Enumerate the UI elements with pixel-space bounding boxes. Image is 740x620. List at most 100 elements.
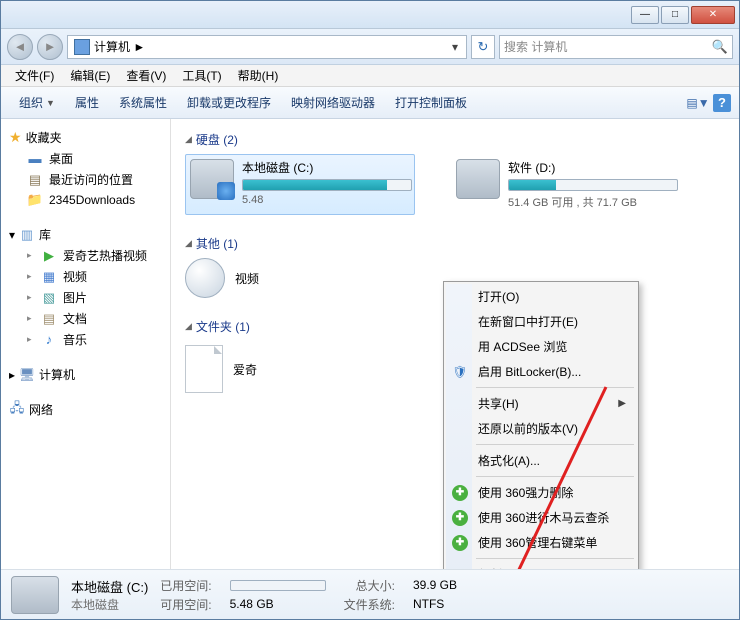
context-menu-separator: [476, 387, 634, 388]
drive-capacity-bar: [242, 179, 412, 191]
context-menu-label: 打开(O): [478, 288, 519, 305]
folder-label: 爱奇: [233, 361, 257, 378]
360-icon: ✚: [452, 510, 468, 526]
context-menu-item[interactable]: 用 ACDSee 浏览: [446, 334, 636, 359]
details-title: 本地磁盘 (C:): [71, 577, 148, 596]
sidebar-item-pictures[interactable]: ▸▧图片: [5, 287, 166, 308]
sidebar-libraries[interactable]: ▾▥库: [5, 224, 166, 245]
chevron-down-icon: ▼: [698, 96, 710, 110]
network-icon: 🖧: [9, 402, 25, 418]
context-menu-label: 格式化(A)...: [478, 452, 540, 469]
sidebar-item-documents[interactable]: ▸▤文档: [5, 308, 166, 329]
drive-c[interactable]: 本地磁盘 (C:) 5.48: [185, 154, 415, 215]
address-path: 计算机 ►: [94, 38, 446, 55]
menubar: 文件(F) 编辑(E) 查看(V) 工具(T) 帮助(H): [1, 65, 739, 87]
sidebar-item-recent[interactable]: ▤最近访问的位置: [5, 169, 166, 190]
computer-icon: [74, 39, 90, 55]
context-menu: 打开(O) 在新窗口中打开(E) 用 ACDSee 浏览 🛡启用 BitLocker(…: [443, 281, 639, 569]
navbar: ◄ ► 计算机 ► ▾ ↻ 搜索 计算机 🔍: [1, 29, 739, 65]
context-menu-item[interactable]: ✚ 使用 360管理右键菜单: [446, 530, 636, 555]
context-menu-label: 用 ACDSee 浏览: [478, 338, 567, 355]
drive-icon: [190, 159, 234, 199]
context-menu-item[interactable]: 复制(C): [446, 562, 636, 569]
refresh-button[interactable]: ↻: [471, 35, 495, 59]
context-menu-item[interactable]: 在新窗口中打开(E): [446, 309, 636, 334]
close-button[interactable]: ✕: [691, 6, 735, 24]
sidebar-item-desktop[interactable]: ▬桌面: [5, 148, 166, 169]
menu-view[interactable]: 查看(V): [118, 65, 174, 86]
sidebar: ★收藏夹 ▬桌面 ▤最近访问的位置 📁2345Downloads ▾▥库 ▸▶爱…: [1, 119, 171, 569]
used-space-label: 已用空间:: [160, 577, 211, 594]
sidebar-item-downloads[interactable]: 📁2345Downloads: [5, 190, 166, 210]
address-bar[interactable]: 计算机 ► ▾: [67, 35, 467, 59]
context-menu-label: 在新窗口中打开(E): [478, 313, 578, 330]
used-space-bar: [230, 580, 326, 591]
video-icon: ▦: [41, 269, 57, 285]
back-button[interactable]: ◄: [7, 34, 33, 60]
context-menu-separator: [476, 476, 634, 477]
drive-d[interactable]: 软件 (D:) 51.4 GB 可用 , 共 71.7 GB: [451, 154, 681, 215]
maximize-button[interactable]: □: [661, 6, 689, 24]
context-menu-label: 还原以前的版本(V): [478, 420, 578, 437]
360-icon: ✚: [452, 485, 468, 501]
context-menu-item[interactable]: ✚使用 360强力删除: [446, 480, 636, 505]
context-menu-item[interactable]: 🛡启用 BitLocker(B)...: [446, 359, 636, 384]
section-other[interactable]: ◢其他 (1): [185, 233, 725, 258]
search-input[interactable]: 搜索 计算机 🔍: [499, 35, 733, 59]
drive-stat: 5.48: [242, 194, 412, 206]
menu-help[interactable]: 帮助(H): [230, 65, 287, 86]
address-dropdown-icon[interactable]: ▾: [446, 40, 464, 54]
toolbar: 组织▼ 属性 系统属性 卸载或更改程序 映射网络驱动器 打开控制面板 ▤▼ ?: [1, 87, 739, 119]
device-label: 视频: [235, 270, 259, 287]
sidebar-item-music[interactable]: ▸♪音乐: [5, 329, 166, 350]
tool-control-panel[interactable]: 打开控制面板: [385, 90, 477, 115]
drive-icon: [456, 159, 500, 199]
tool-organize[interactable]: 组织▼: [9, 90, 65, 115]
free-space-label: 可用空间:: [160, 596, 211, 613]
sidebar-network[interactable]: 🖧网络: [5, 399, 166, 420]
details-subtitle: 本地磁盘: [71, 596, 148, 613]
tool-map-drive[interactable]: 映射网络驱动器: [281, 90, 385, 115]
sidebar-computer[interactable]: ▸🖥计算机: [5, 364, 166, 385]
context-menu-item[interactable]: 打开(O): [446, 284, 636, 309]
search-placeholder: 搜索 计算机: [504, 38, 567, 55]
tool-uninstall[interactable]: 卸载或更改程序: [177, 90, 281, 115]
forward-button[interactable]: ►: [37, 34, 63, 60]
menu-tools[interactable]: 工具(T): [174, 65, 229, 86]
section-hard-disks[interactable]: ◢硬盘 (2): [185, 129, 725, 154]
filesystem-label: 文件系统:: [344, 596, 395, 613]
drive-name: 本地磁盘 (C:): [242, 159, 412, 176]
chevron-down-icon: ▼: [46, 98, 55, 108]
context-menu-item[interactable]: ✚ 使用 360进行木马云查杀: [446, 505, 636, 530]
menu-file[interactable]: 文件(F): [7, 65, 62, 86]
context-menu-item[interactable]: 共享(H) ▶: [446, 391, 636, 416]
sidebar-favorites[interactable]: ★收藏夹: [5, 127, 166, 148]
collapse-icon: ▾: [9, 228, 15, 242]
recent-icon: ▤: [27, 172, 43, 188]
star-icon: ★: [9, 129, 22, 146]
details-pane: 本地磁盘 (C:) 本地磁盘 已用空间: 总大小: 39.9 GB 可用空间: …: [1, 569, 739, 619]
explorer-window: — □ ✕ ◄ ► 计算机 ► ▾ ↻ 搜索 计算机 🔍 文件(F) 编辑(E)…: [0, 0, 740, 620]
menu-edit[interactable]: 编辑(E): [62, 65, 118, 86]
total-size-label: 总大小:: [344, 577, 395, 594]
context-menu-label: 使用 360进行木马云查杀: [478, 509, 609, 526]
content-pane: ◢硬盘 (2) 本地磁盘 (C:) 5.48 软件 (D:): [171, 119, 739, 569]
help-button[interactable]: ?: [713, 94, 731, 112]
context-menu-item[interactable]: 格式化(A)...: [446, 448, 636, 473]
tool-system-properties[interactable]: 系统属性: [109, 90, 177, 115]
context-menu-separator: [476, 558, 634, 559]
context-menu-item[interactable]: 还原以前的版本(V): [446, 416, 636, 441]
drive-icon: [11, 576, 59, 614]
view-mode-button[interactable]: ▤▼: [685, 92, 711, 114]
expand-icon: ▸: [9, 368, 15, 382]
minimize-button[interactable]: —: [631, 6, 659, 24]
context-menu-label: 共享(H): [478, 395, 519, 412]
sidebar-item-iqiyi[interactable]: ▸▶爱奇艺热播视频: [5, 245, 166, 266]
shield-icon: 🛡: [452, 364, 468, 380]
submenu-arrow-icon: ▶: [618, 398, 626, 409]
tool-properties[interactable]: 属性: [65, 90, 109, 115]
context-menu-separator: [476, 444, 634, 445]
360-icon: ✚: [452, 535, 468, 551]
context-menu-label: 使用 360管理右键菜单: [478, 534, 597, 551]
sidebar-item-videos[interactable]: ▸▦视频: [5, 266, 166, 287]
